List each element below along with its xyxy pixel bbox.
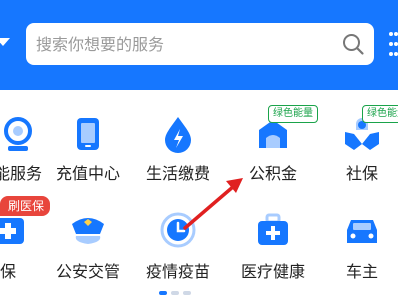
social-security-label: 社保 bbox=[345, 164, 378, 183]
green-energy-badge: 绿色能量 bbox=[268, 105, 318, 123]
tablet-icon bbox=[77, 118, 99, 150]
car-owner-label: 车主 bbox=[345, 262, 378, 281]
car-icon bbox=[347, 220, 377, 243]
vaccine-clock-icon bbox=[160, 212, 196, 248]
scan-medical-insurance-badge: 刷医保 bbox=[0, 196, 51, 216]
medical-health-tile[interactable]: 医疗健康 bbox=[225, 0, 321, 281]
epidemic-vaccine-tile[interactable]: 疫情疫苗 bbox=[130, 0, 226, 281]
page-indicator bbox=[159, 291, 199, 296]
green-energy-badge: 绿色能量 bbox=[362, 105, 398, 123]
service-icon bbox=[4, 117, 32, 151]
car-owner-tile[interactable]: 车主 bbox=[314, 0, 398, 281]
medical-bag-icon bbox=[258, 213, 288, 245]
utility-drop-icon bbox=[165, 117, 191, 153]
page-dot bbox=[183, 291, 191, 295]
traffic-police-tile[interactable]: 公安交管 bbox=[40, 0, 136, 281]
page-dot-active bbox=[159, 291, 167, 295]
medical-insurance-icon bbox=[0, 218, 24, 244]
page-dot bbox=[171, 291, 179, 295]
police-cap-icon bbox=[72, 218, 104, 244]
